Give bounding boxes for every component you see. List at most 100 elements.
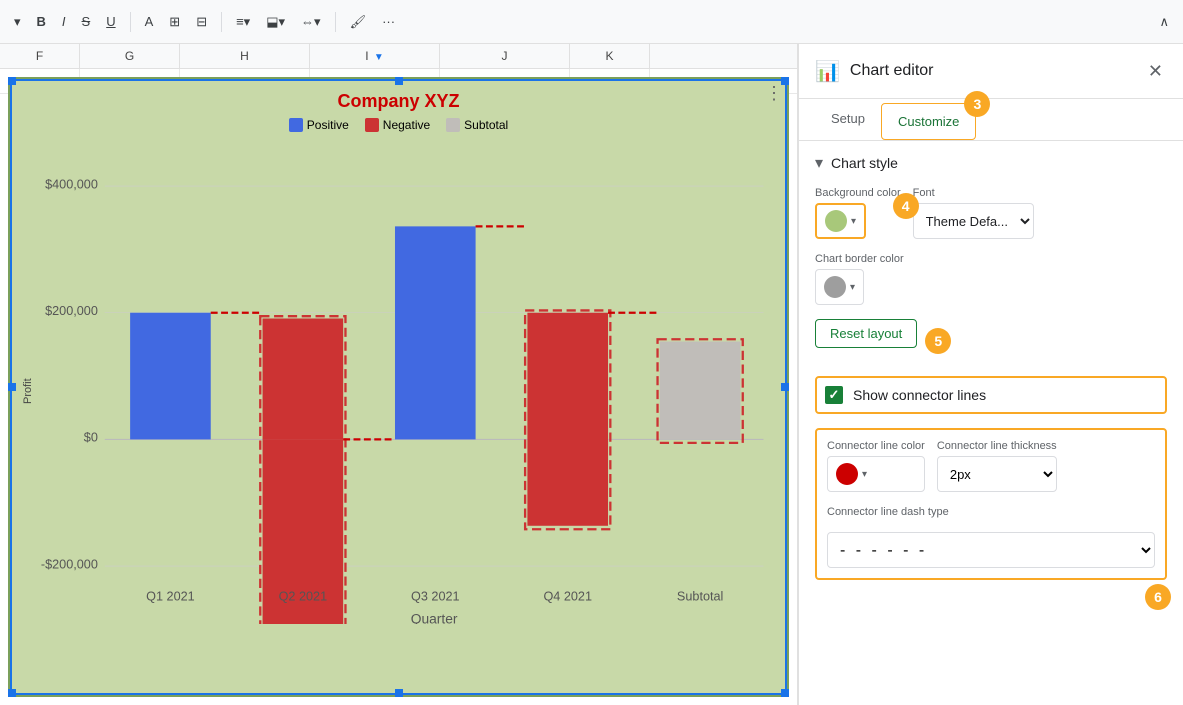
more-btn[interactable]: ··· xyxy=(376,10,401,33)
connector-label: Show connector lines xyxy=(853,387,986,403)
conn-color-chevron-icon: ▾ xyxy=(862,469,867,480)
connector-checkbox[interactable] xyxy=(825,386,843,404)
merge-btn[interactable]: ⊟ xyxy=(190,10,213,34)
legend-label-subtotal: Subtotal xyxy=(464,118,508,132)
editor-title: Chart editor xyxy=(850,62,1144,80)
bg-color-label: Background color xyxy=(815,187,901,199)
italic-btn[interactable]: I xyxy=(56,10,72,33)
bg-color-btn[interactable]: ▾ xyxy=(815,203,866,239)
strikethrough-btn[interactable]: S xyxy=(76,10,97,33)
font-label: Font xyxy=(913,187,1034,199)
legend-label-negative: Negative xyxy=(383,118,430,132)
section-title: Chart style xyxy=(831,155,898,171)
svg-text:Q4 2021: Q4 2021 xyxy=(543,590,592,604)
column-headers: F G H I ▼ J K xyxy=(0,44,797,69)
legend-dot-negative xyxy=(365,118,379,132)
border-color-btn[interactable]: ▾ xyxy=(815,269,864,305)
col-header-g: G xyxy=(80,44,180,68)
chart-legend: Positive Negative Subtotal xyxy=(22,118,775,132)
chart-style-section-header[interactable]: ▾ Chart style xyxy=(815,153,1167,173)
conn-thickness-group: Connector line thickness 2px 1px 3px 4px xyxy=(937,440,1057,492)
badge-4: 4 xyxy=(893,193,919,219)
chart-body: Profit $400,000 $200,000 $0 -$200,000 xyxy=(22,140,775,642)
cell-border-btn[interactable]: ⊞ xyxy=(163,10,186,34)
chart-editor-panel: 📊 Chart editor ✕ Setup Customize 3 ▾ Cha… xyxy=(798,44,1183,705)
handle-bottom[interactable] xyxy=(395,689,403,697)
tab-setup[interactable]: Setup xyxy=(815,99,881,140)
align-v-btn[interactable]: ⬓▾ xyxy=(260,10,291,34)
legend-dot-positive xyxy=(289,118,303,132)
col-header-h: H xyxy=(180,44,310,68)
conn-color-btn[interactable]: ▾ xyxy=(827,456,925,492)
bar-subtotal xyxy=(660,342,741,440)
svg-text:Q2 2021: Q2 2021 xyxy=(279,590,328,604)
border-color-label: Chart border color xyxy=(815,253,1167,265)
underline-btn[interactable]: U xyxy=(100,10,121,33)
bar-q4-negative xyxy=(527,313,608,526)
conn-dash-select[interactable]: - - - - - - ———— ····· xyxy=(827,532,1155,568)
handle-tl[interactable] xyxy=(8,77,16,85)
divider-2 xyxy=(221,12,222,32)
bg-font-row: Background color ▾ 4 Font Theme Defa... … xyxy=(815,187,1167,239)
svg-text:$0: $0 xyxy=(84,431,98,445)
badge-6: 6 xyxy=(1145,584,1171,610)
svg-text:Quarter: Quarter xyxy=(411,611,458,624)
handle-left[interactable] xyxy=(8,383,16,391)
conn-color-group: Connector line color ▾ xyxy=(827,440,925,492)
paint-format-btn[interactable]: 🖌 xyxy=(344,10,373,34)
border-color-swatch xyxy=(824,276,846,298)
conn-color-thickness-row: Connector line color ▾ Connector line th… xyxy=(827,440,1155,492)
y-axis-label: Profit xyxy=(22,140,34,642)
conn-thickness-label: Connector line thickness xyxy=(937,440,1057,452)
chart-menu-btn[interactable]: ⋮ xyxy=(765,83,783,104)
svg-text:-$200,000: -$200,000 xyxy=(41,557,98,571)
editor-tabs: Setup Customize 3 xyxy=(799,99,1183,141)
svg-text:$400,000: $400,000 xyxy=(45,177,98,191)
chart-editor-icon: 📊 xyxy=(815,59,840,84)
text-rotate-btn[interactable]: ⇔▾ xyxy=(295,10,327,34)
handle-br[interactable] xyxy=(781,689,789,697)
col-header-k: K xyxy=(570,44,650,68)
font-group: Font Theme Defa... Arial Roboto xyxy=(913,187,1034,239)
svg-text:$200,000: $200,000 xyxy=(45,304,98,318)
font-select[interactable]: Theme Defa... Arial Roboto xyxy=(913,203,1034,239)
conn-dash-group: Connector line dash type - - - - - - ———… xyxy=(827,506,1155,568)
tab-customize[interactable]: Customize xyxy=(881,103,976,140)
conn-color-swatch xyxy=(836,463,858,485)
font-menu-btn[interactable]: ▾ xyxy=(8,10,27,34)
bar-q3-positive xyxy=(395,226,476,439)
sheet-content: ⋮ Company XYZ Positive Negative S xyxy=(0,69,797,705)
reset-layout-btn[interactable]: Reset layout xyxy=(815,319,917,348)
conn-thickness-select[interactable]: 2px 1px 3px 4px xyxy=(937,456,1057,492)
spreadsheet-area: F G H I ▼ J K xyxy=(0,44,798,705)
collapse-btn[interactable]: ∧ xyxy=(1153,10,1175,34)
conn-color-label: Connector line color xyxy=(827,440,925,452)
chart-plot-area: $400,000 $200,000 $0 -$200,000 xyxy=(38,140,775,642)
badge-3: 3 xyxy=(964,91,990,117)
close-button[interactable]: ✕ xyxy=(1144,57,1167,86)
bar-q2-neg-upper xyxy=(263,318,344,439)
bg-color-group: Background color ▾ 4 xyxy=(815,187,901,239)
legend-negative: Negative xyxy=(365,118,430,132)
col-header-f: F xyxy=(0,44,80,68)
main-area: F G H I ▼ J K xyxy=(0,44,1183,705)
legend-positive: Positive xyxy=(289,118,349,132)
align-h-btn[interactable]: ≡▾ xyxy=(230,10,256,34)
connector-settings: Connector line color ▾ Connector line th… xyxy=(815,428,1167,580)
border-color-group: Chart border color ▾ xyxy=(815,253,1167,305)
handle-right[interactable] xyxy=(781,383,789,391)
chart-container: ⋮ Company XYZ Positive Negative S xyxy=(8,77,789,697)
handle-bl[interactable] xyxy=(8,689,16,697)
divider-1 xyxy=(130,12,131,32)
legend-label-positive: Positive xyxy=(307,118,349,132)
bold-btn[interactable]: B xyxy=(31,10,52,33)
section-chevron: ▾ xyxy=(815,153,823,173)
editor-content: ▾ Chart style Background color ▾ 4 xyxy=(799,141,1183,705)
fill-color-btn[interactable]: A xyxy=(139,10,160,33)
border-color-chevron-icon: ▾ xyxy=(850,282,855,293)
chart-title: Company XYZ xyxy=(22,91,775,112)
editor-header: 📊 Chart editor ✕ xyxy=(799,44,1183,99)
bar-q1-positive xyxy=(130,313,211,440)
conn-dash-label: Connector line dash type xyxy=(827,506,1155,518)
handle-top[interactable] xyxy=(395,77,403,85)
